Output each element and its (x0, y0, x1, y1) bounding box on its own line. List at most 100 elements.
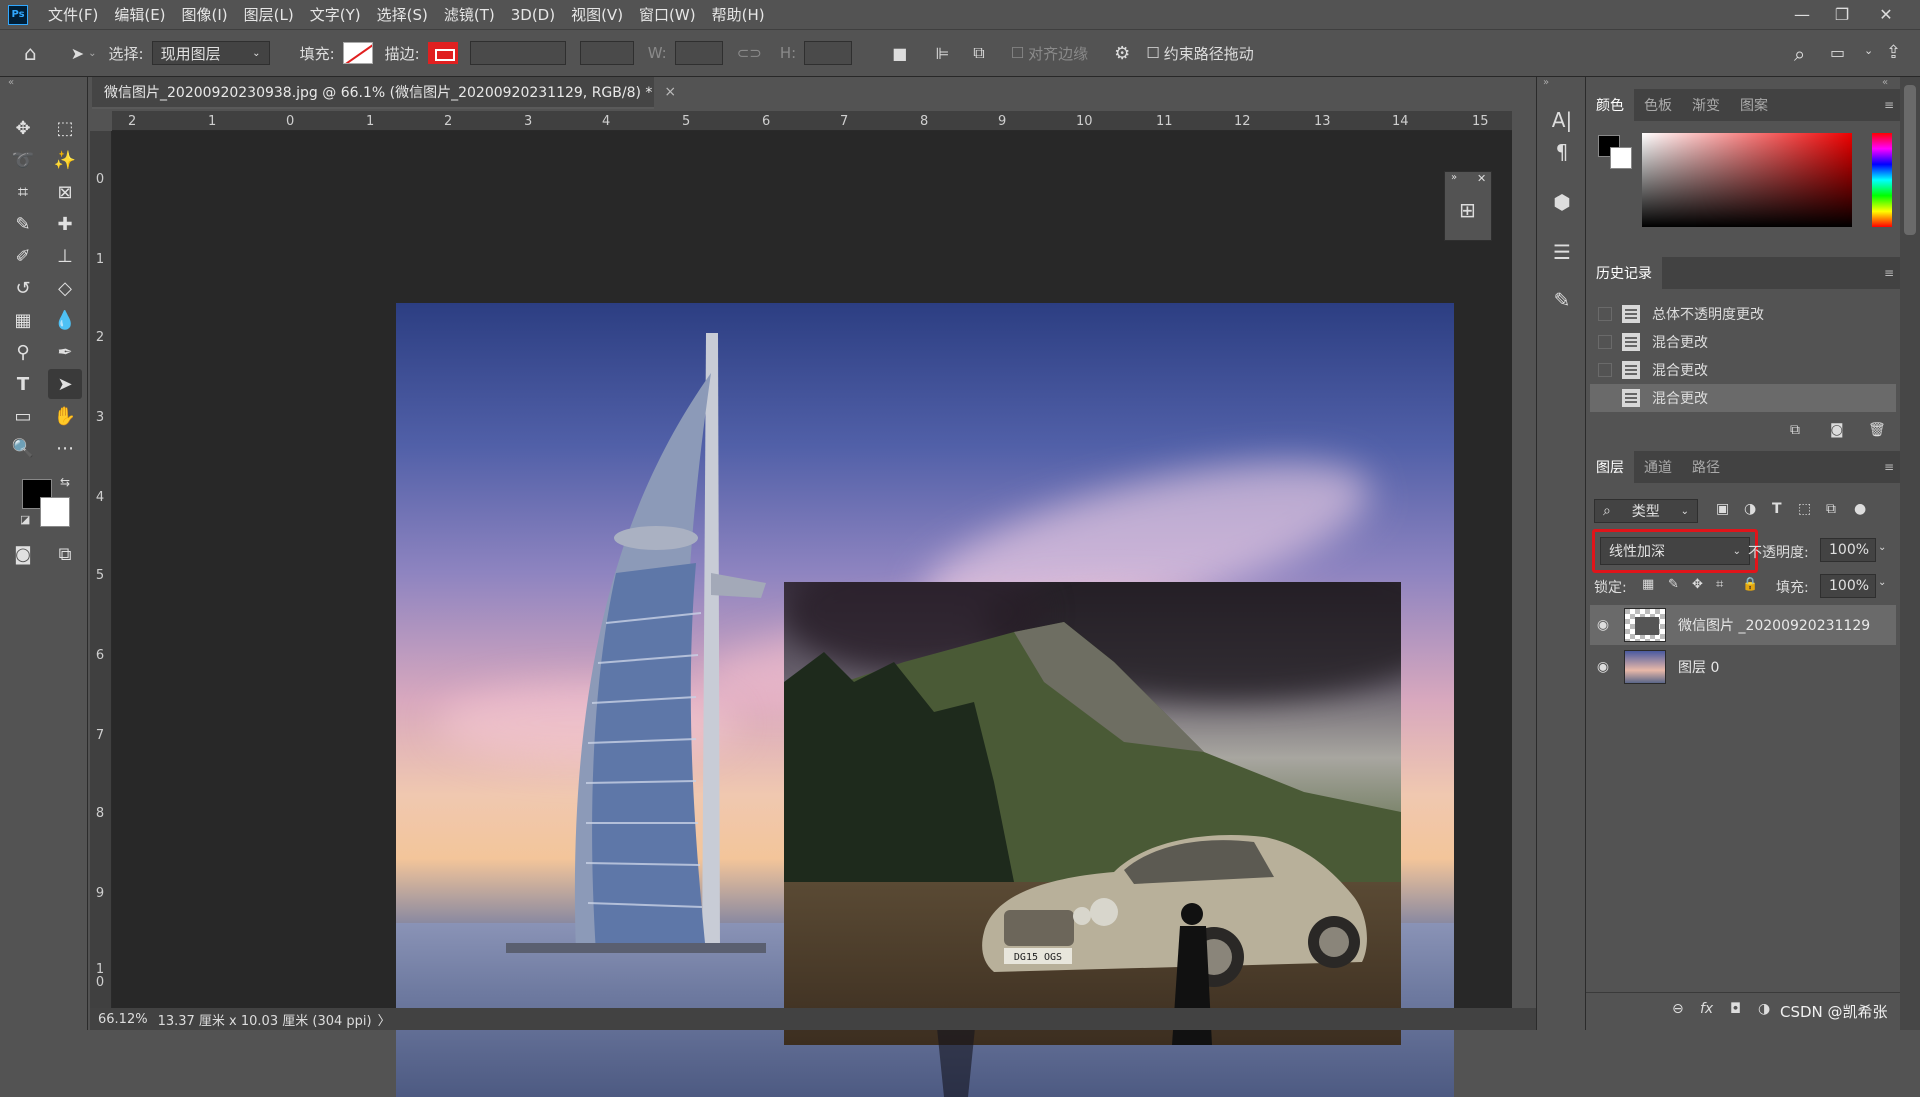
panel-menu-icon[interactable]: ≡ (1884, 266, 1894, 280)
document-canvas[interactable]: DG15 OGS (396, 303, 1454, 1097)
menu-file[interactable]: 文件(F) (40, 4, 106, 25)
history-item[interactable]: 混合更改 (1590, 328, 1896, 356)
filter-toggle-icon[interactable]: ● (1854, 501, 1866, 517)
direct-selection-tool-icon[interactable]: ➤ (48, 369, 82, 399)
stroke-swatch[interactable] (427, 42, 458, 64)
screen-mode-icon[interactable]: ⧉ (48, 539, 82, 569)
3d-panel-icon[interactable]: ⬢ (1545, 185, 1579, 219)
adjustments-panel-icon[interactable]: ☰ (1545, 235, 1579, 269)
constrain-path-checkbox[interactable]: ☐ (1146, 44, 1159, 62)
history-checkbox[interactable] (1598, 363, 1612, 377)
placed-image-layer[interactable]: DG15 OGS (784, 582, 1401, 1045)
gradient-tool-icon[interactable]: ▦ (6, 305, 40, 335)
menu-select[interactable]: 选择(S) (369, 4, 436, 25)
lock-transparent-icon[interactable]: ▦ (1642, 577, 1654, 592)
blur-tool-icon[interactable]: 💧 (48, 305, 82, 335)
height-field[interactable] (804, 41, 853, 65)
panel-menu-icon[interactable]: ≡ (1884, 98, 1894, 112)
type-tool-icon[interactable]: T (6, 369, 40, 399)
history-checkbox[interactable] (1598, 307, 1612, 321)
properties-icon[interactable]: ⊞ (1459, 198, 1476, 222)
search-icon[interactable]: ⌕ (1794, 42, 1805, 66)
hand-tool-icon[interactable]: ✋ (48, 401, 82, 431)
tab-color[interactable]: 颜色 (1586, 89, 1634, 121)
magic-wand-tool-icon[interactable]: ✨ (48, 145, 82, 175)
brush-tool-icon[interactable]: ✐ (6, 241, 40, 271)
menu-filter[interactable]: 滤镜(T) (436, 4, 503, 25)
color-picker-field[interactable] (1642, 133, 1852, 227)
history-item[interactable]: 总体不透明度更改 (1590, 300, 1896, 328)
menu-3d[interactable]: 3D(D) (503, 6, 563, 24)
filter-adjustment-icon[interactable]: ◑ (1744, 501, 1756, 517)
close-panel-icon[interactable]: ✕ (1477, 172, 1486, 185)
tab-swatches[interactable]: 色板 (1634, 89, 1682, 121)
canvas-area[interactable]: DG15 OGS » ✕ ⊞ (112, 131, 1512, 1097)
collapse-panels-icon[interactable]: « (1882, 77, 1888, 88)
new-document-from-state-icon[interactable]: ⧉ (1790, 422, 1800, 438)
opacity-chevron-icon[interactable]: ⌄ (1878, 542, 1886, 553)
tab-channels[interactable]: 通道 (1634, 451, 1682, 483)
filter-type-icon[interactable]: T (1772, 501, 1782, 517)
pen-tool-icon[interactable]: ✒ (48, 337, 82, 367)
filter-smart-object-icon[interactable]: ⧉ (1826, 501, 1836, 517)
healing-brush-tool-icon[interactable]: ✚ (48, 209, 82, 239)
dodge-tool-icon[interactable]: ⚲ (6, 337, 40, 367)
history-item-current[interactable]: 混合更改 (1590, 384, 1896, 412)
history-brush-tool-icon[interactable]: ↺ (6, 273, 40, 303)
layer-row[interactable]: ◉ 微信图片 _20200920231129 (1590, 605, 1896, 645)
path-alignment-icon[interactable]: ⊫ (935, 44, 949, 63)
panel-menu-icon[interactable]: ≡ (1884, 460, 1894, 474)
tab-paths[interactable]: 路径 (1682, 451, 1730, 483)
path-selection-tool-icon[interactable]: ➤ (71, 44, 84, 63)
status-menu-arrow[interactable]: 〉 (378, 1010, 391, 1029)
close-window-button[interactable]: ✕ (1866, 0, 1906, 29)
paragraph-panel-icon[interactable]: ¶ (1545, 135, 1579, 169)
panel-scrollbar[interactable] (1900, 77, 1920, 1030)
eyedropper-tool-icon[interactable]: ✎ (6, 209, 40, 239)
path-operations-icon[interactable]: ■ (892, 44, 907, 63)
collapse-dock-icon[interactable]: » (1543, 77, 1549, 88)
stroke-width-field[interactable] (469, 41, 566, 65)
lock-all-icon[interactable]: 🔒 (1742, 577, 1758, 592)
zoom-tool-icon[interactable]: 🔍 (6, 433, 40, 463)
add-mask-icon[interactable]: ◘ (1730, 1001, 1741, 1017)
select-dropdown[interactable]: 现用图层 ⌄ (151, 41, 270, 65)
layer-name[interactable]: 图层 0 (1678, 657, 1719, 677)
restore-button[interactable]: ❐ (1822, 0, 1862, 29)
clone-stamp-tool-icon[interactable]: ⊥ (48, 241, 82, 271)
character-panel-icon[interactable]: A| (1545, 103, 1579, 137)
menu-window[interactable]: 窗口(W) (631, 4, 704, 25)
background-color-swatch[interactable] (40, 497, 70, 527)
tab-layers[interactable]: 图层 (1586, 451, 1634, 483)
lock-position-icon[interactable]: ✥ (1692, 577, 1703, 592)
history-checkbox[interactable] (1598, 335, 1612, 349)
lock-artboard-icon[interactable]: ⌗ (1716, 577, 1723, 592)
move-tool-icon[interactable]: ✥ (6, 113, 40, 143)
more-tools-icon[interactable]: ⋯ (48, 433, 82, 463)
document-tab[interactable]: 微信图片_20200920230938.jpg @ 66.1% (微信图片_20… (92, 77, 676, 109)
eye-icon[interactable]: ◉ (1590, 659, 1616, 675)
expand-panel-icon[interactable]: » (1451, 172, 1457, 183)
menu-edit[interactable]: 编辑(E) (106, 4, 173, 25)
layer-name[interactable]: 微信图片 _20200920231129 (1678, 615, 1870, 635)
filter-pixel-icon[interactable]: ▣ (1716, 501, 1729, 517)
tab-history[interactable]: 历史记录 (1586, 257, 1662, 289)
share-icon[interactable]: ⇪ (1886, 42, 1901, 63)
tab-patterns[interactable]: 图案 (1730, 89, 1778, 121)
workspace-chevron-icon[interactable]: ⌄ (1864, 44, 1873, 57)
path-arrangement-icon[interactable]: ⧉ (973, 43, 984, 63)
history-item[interactable]: 混合更改 (1590, 356, 1896, 384)
close-document-icon[interactable]: × (664, 84, 676, 100)
crop-tool-icon[interactable]: ⌗ (6, 177, 40, 207)
eraser-tool-icon[interactable]: ◇ (48, 273, 82, 303)
default-colors-icon[interactable]: ◪ (20, 513, 30, 526)
fill-chevron-icon[interactable]: ⌄ (1878, 577, 1886, 588)
tool-preset-chevron-icon[interactable]: ⌄ (88, 48, 96, 59)
color-background-swatch[interactable] (1610, 147, 1632, 169)
workspace-icon[interactable]: ▭ (1830, 43, 1845, 62)
stroke-type-dropdown[interactable] (579, 41, 634, 65)
quick-mask-icon[interactable]: ◙ (6, 539, 40, 569)
link-icon[interactable]: ⊂⊃ (737, 44, 762, 62)
home-icon[interactable]: ⌂ (24, 41, 37, 65)
marquee-tool-icon[interactable]: ⬚ (48, 113, 82, 143)
